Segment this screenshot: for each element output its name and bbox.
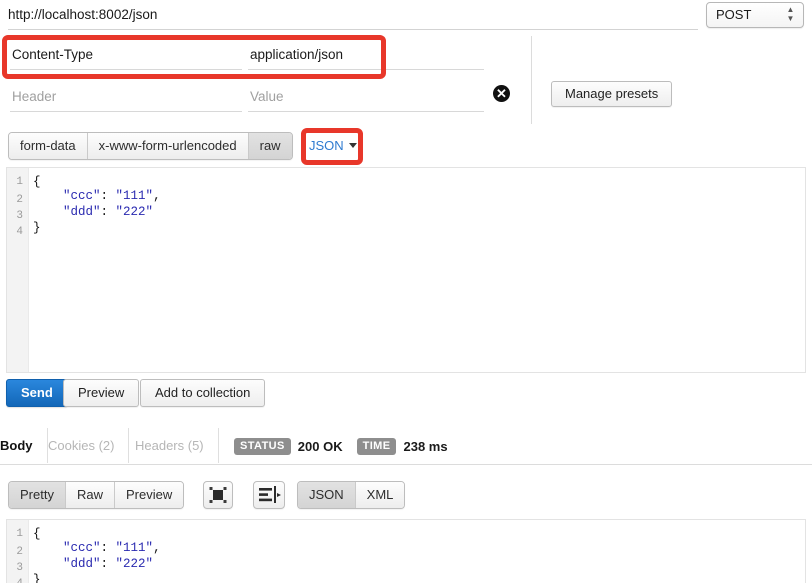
header-value-input-empty[interactable] (248, 82, 484, 112)
code-token: "ccc" (63, 541, 101, 555)
body-type-tabgroup: form-data x-www-form-urlencoded raw (8, 132, 293, 160)
chevron-down-icon (348, 143, 357, 148)
code-token: { (33, 527, 41, 541)
code-line: "ccc": "111", (33, 540, 805, 556)
tab-xml-response[interactable]: XML (355, 482, 405, 508)
tab-preview-response[interactable]: Preview (114, 482, 184, 508)
code-token: "ddd" (63, 205, 101, 219)
url-bar: POST (0, 0, 812, 31)
time-badge: TIME (356, 437, 397, 455)
code-line: "ddd": "222" (33, 204, 805, 220)
fullscreen-icon[interactable] (203, 481, 233, 509)
body-mode-label: JSON (309, 138, 344, 153)
time-value: 238 ms (403, 438, 448, 454)
line-number: 2 (16, 546, 23, 558)
response-tab-headers[interactable]: Headers (5) (121, 428, 219, 463)
line-number: 1 (16, 528, 23, 540)
response-line-numbers: 1 2 3 4 (7, 520, 29, 583)
code-line: "ccc": "111", (33, 188, 805, 204)
add-to-collection-button[interactable]: Add to collection (140, 379, 266, 407)
code-token: , (153, 541, 161, 555)
method-select[interactable]: POST (706, 2, 804, 28)
response-body-code[interactable]: { "ccc": "111", "ddd": "222"} (33, 520, 805, 583)
pane-divider (531, 36, 532, 124)
fullscreen-icon-glyph (209, 487, 227, 503)
word-wrap-icon-glyph (259, 486, 281, 503)
response-tab-cookies[interactable]: Cookies (2) (34, 428, 130, 463)
code-line: } (33, 220, 805, 236)
line-number: 3 (16, 562, 23, 574)
code-token: : (100, 557, 116, 571)
header-row-empty (0, 79, 520, 115)
code-token: "111" (115, 541, 154, 555)
url-input[interactable] (8, 0, 698, 30)
code-token: "111" (115, 189, 154, 203)
header-key-input-empty[interactable] (10, 82, 242, 112)
line-number: 3 (16, 210, 23, 222)
code-line: { (33, 520, 805, 541)
code-line: } (33, 572, 805, 583)
body-type-tabs: form-data x-www-form-urlencoded raw JSON (0, 130, 812, 164)
code-token: : (100, 541, 116, 555)
request-line-numbers: 1 2 3 4 (7, 168, 29, 372)
code-token: : (100, 189, 116, 203)
code-token: } (33, 221, 41, 235)
code-token: "222" (115, 557, 154, 571)
tab-pretty[interactable]: Pretty (9, 482, 66, 508)
status-badge: STATUS (234, 437, 291, 455)
response-body-editor[interactable]: 1 2 3 4 { "ccc": "111", "ddd": "222"} (6, 519, 806, 583)
request-actions: Send Preview Add to collection (0, 379, 812, 411)
preview-button[interactable]: Preview (63, 379, 140, 407)
line-number: 4 (7, 576, 28, 583)
line-number: 1 (16, 176, 23, 188)
code-token: "222" (115, 205, 154, 219)
word-wrap-icon[interactable] (253, 481, 285, 509)
response-status-bar: Body Cookies (2) Headers (5) STATUS 200 … (0, 428, 812, 465)
tab-form-data[interactable]: form-data (9, 133, 88, 159)
code-token: { (33, 175, 41, 189)
code-token: : (100, 205, 116, 219)
code-line: { (33, 168, 805, 189)
request-body-editor[interactable]: 1 2 3 4 { "ccc": "111", "ddd": "222"} (6, 167, 806, 373)
headers-pane: ✕ Manage presets (0, 31, 812, 127)
tab-json-response[interactable]: JSON (298, 482, 356, 508)
line-number: 2 (16, 194, 23, 206)
response-format-tabgroup: Pretty Raw Preview (8, 481, 185, 509)
close-circle-icon[interactable]: ✕ (493, 85, 510, 102)
response-format-toolbar: Pretty Raw Preview JSON XML (0, 481, 812, 513)
request-body-code[interactable]: { "ccc": "111", "ddd": "222"} (33, 168, 805, 372)
tab-x-www-form-urlencoded[interactable]: x-www-form-urlencoded (87, 133, 249, 159)
code-token: , (153, 189, 161, 203)
header-row (0, 37, 520, 73)
tab-raw[interactable]: raw (248, 133, 292, 159)
status-value: 200 OK (297, 438, 343, 454)
body-mode-dropdown[interactable]: JSON (309, 135, 357, 157)
code-line: "ddd": "222" (33, 556, 805, 572)
line-number: 4 (16, 226, 23, 238)
method-select-value: POST (716, 7, 752, 22)
response-language-tabgroup: JSON XML (297, 481, 406, 509)
header-key-input[interactable] (10, 40, 242, 70)
manage-presets-button[interactable]: Manage presets (551, 81, 673, 107)
header-value-input[interactable] (248, 40, 484, 70)
code-token: "ddd" (63, 557, 101, 571)
code-token: } (33, 573, 41, 583)
tab-raw-response[interactable]: Raw (65, 482, 115, 508)
send-button[interactable]: Send (6, 379, 68, 407)
code-token: "ccc" (63, 189, 101, 203)
response-meta: STATUS 200 OK TIME 238 ms (234, 436, 462, 456)
